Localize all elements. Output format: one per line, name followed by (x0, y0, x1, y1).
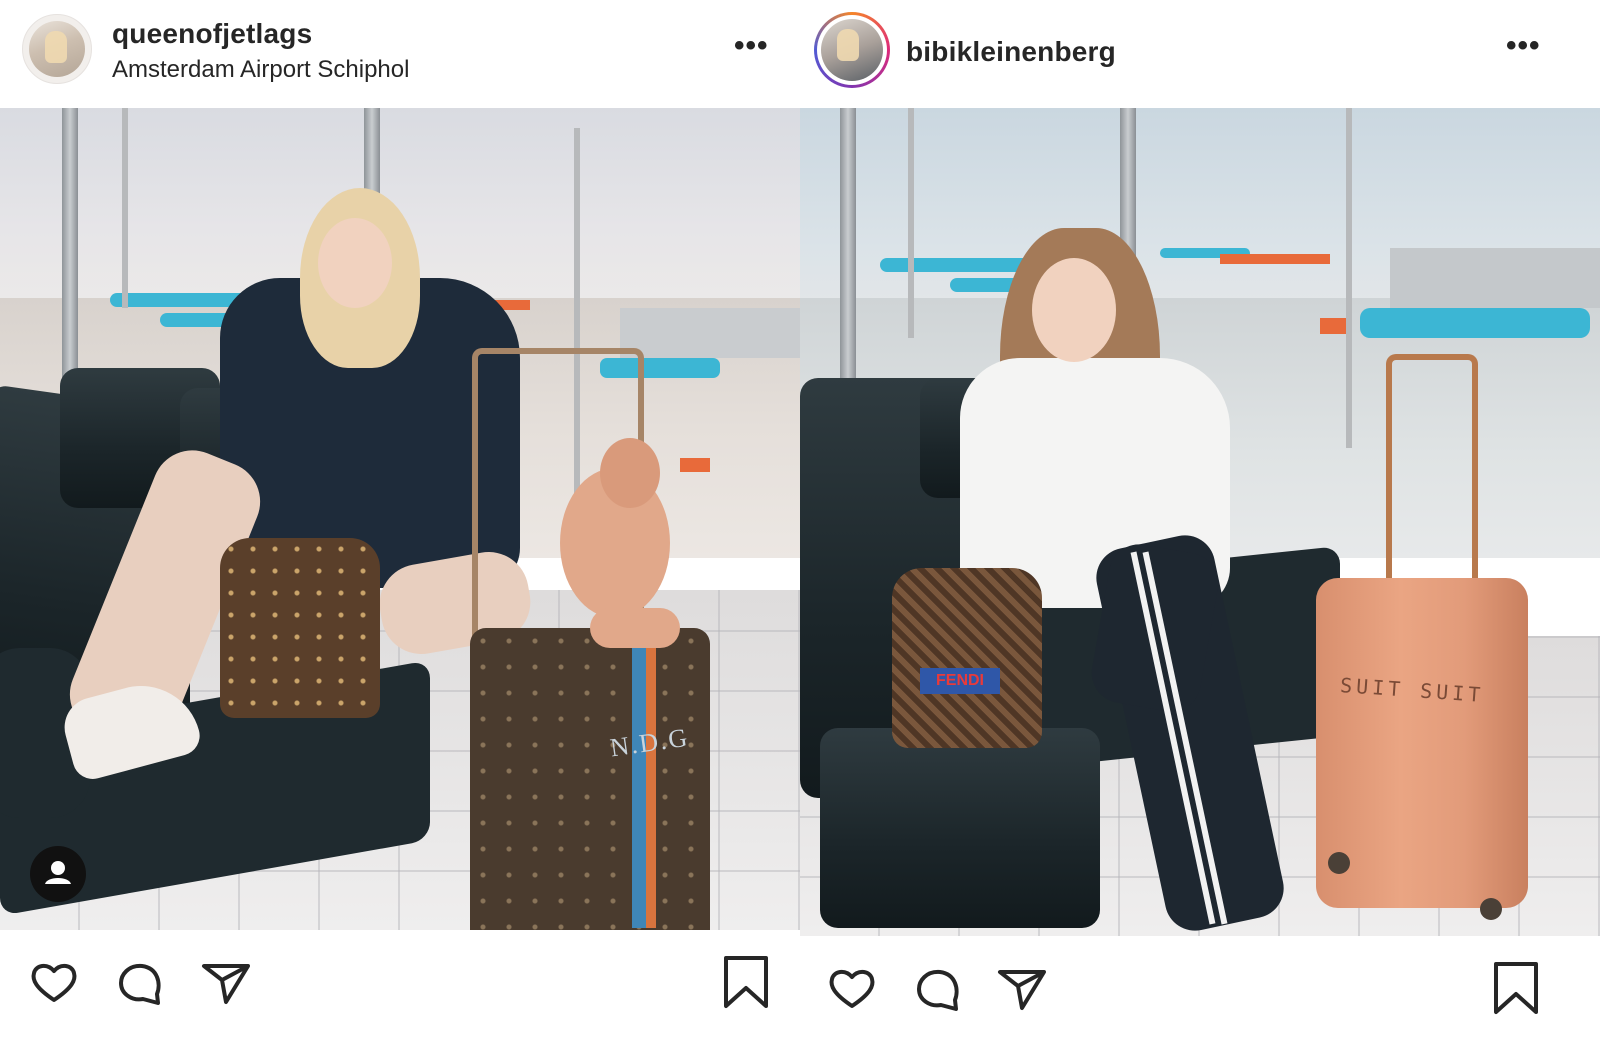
action-bar (800, 936, 1600, 1036)
post-header: bibikleinenberg ••• (800, 0, 1600, 108)
share-icon[interactable] (994, 960, 1050, 1016)
post-photo[interactable]: FENDI SUIT SUIT (800, 108, 1600, 936)
comment-icon[interactable] (112, 954, 168, 1010)
post-header: queenofjetlags Amsterdam Airport Schipho… (0, 0, 800, 108)
post-bibikleinenberg: bibikleinenberg ••• FENDI SUIT SUIT (800, 0, 1600, 1040)
post-queenofjetlags: queenofjetlags Amsterdam Airport Schipho… (0, 0, 800, 1040)
post-photo[interactable]: N.D.G (0, 108, 800, 930)
action-bar (0, 930, 800, 1030)
more-options-button[interactable]: ••• (1506, 31, 1541, 61)
username[interactable]: bibikleinenberg (906, 36, 1116, 68)
location-link[interactable]: Amsterdam Airport Schiphol (112, 56, 409, 84)
comment-icon[interactable] (910, 960, 966, 1016)
bag-label: FENDI (920, 668, 1000, 694)
username[interactable]: queenofjetlags (112, 18, 312, 50)
heart-icon[interactable] (824, 960, 880, 1016)
heart-icon[interactable] (26, 954, 82, 1010)
avatar[interactable] (22, 14, 92, 84)
more-options-button[interactable]: ••• (734, 31, 769, 61)
avatar-story-ring[interactable] (814, 12, 890, 88)
bookmark-icon[interactable] (1488, 960, 1544, 1016)
user-tag-icon[interactable] (30, 846, 86, 902)
bookmark-icon[interactable] (718, 954, 774, 1010)
instagram-comparison: queenofjetlags Amsterdam Airport Schipho… (0, 0, 1600, 1040)
share-icon[interactable] (198, 954, 254, 1010)
